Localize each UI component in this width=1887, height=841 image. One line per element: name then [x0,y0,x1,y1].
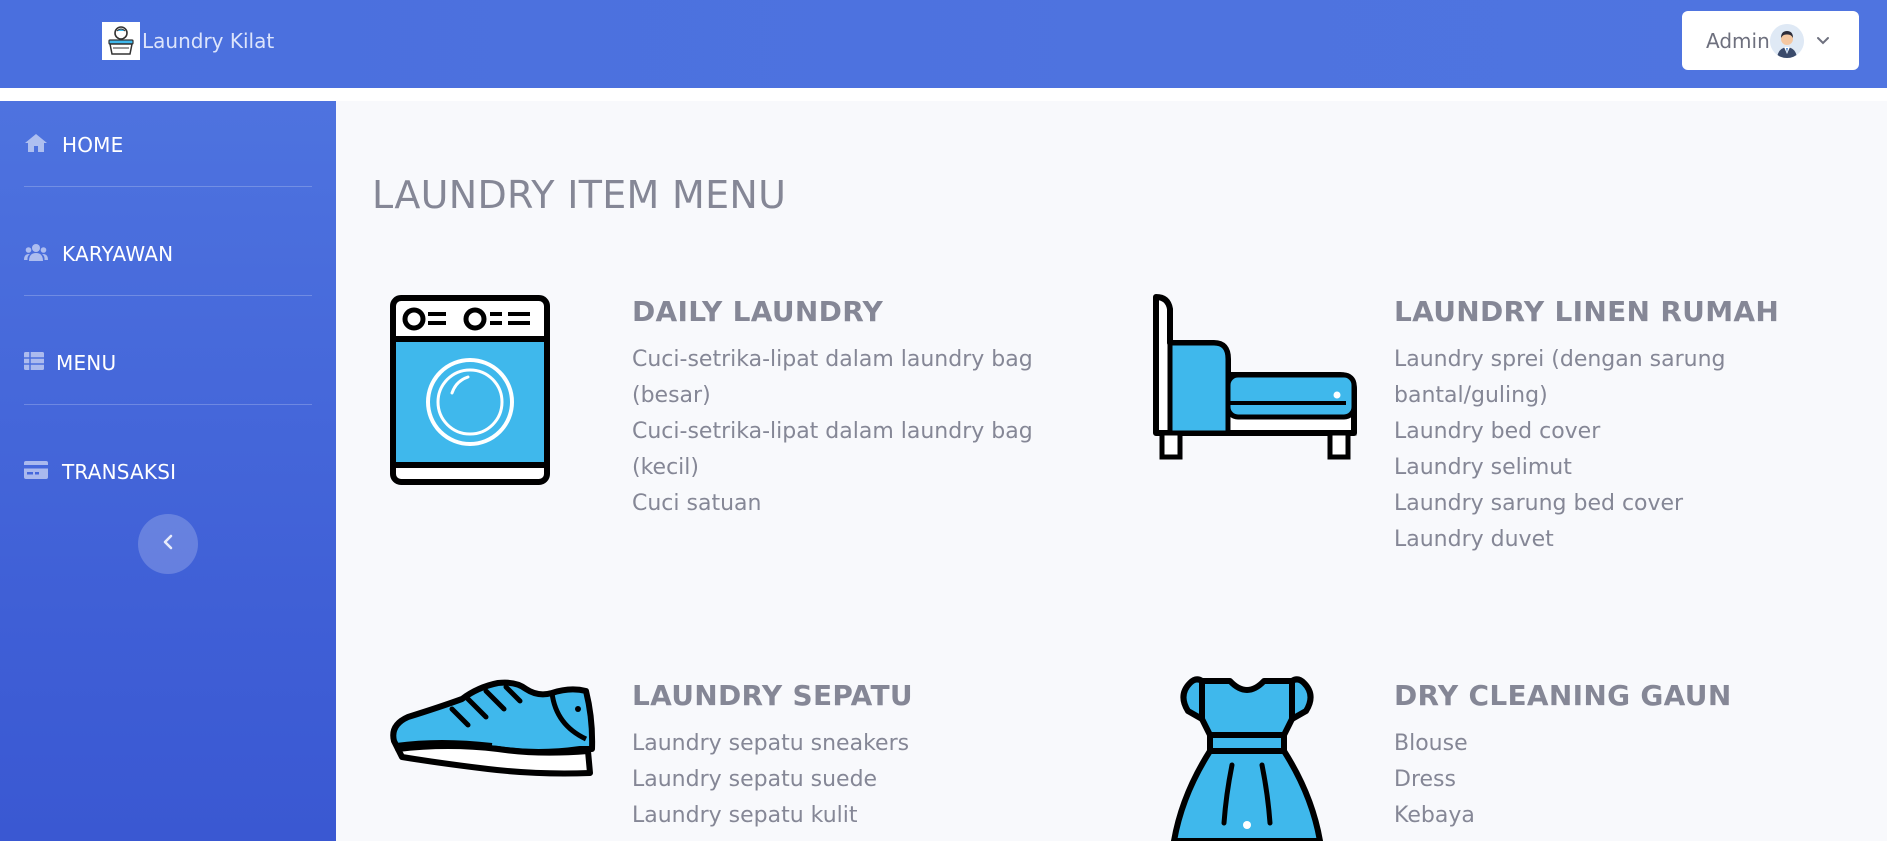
brand-link[interactable]: Laundry Kilat [102,22,274,60]
sidebar-item-label: MENU [56,351,117,375]
list-item: Laundry selimut [1394,455,1572,480]
sidebar-item-menu[interactable]: MENU [24,351,116,375]
card-item-list: Laundry sepatu sneakers Laundry sepatu s… [632,726,1052,834]
sidebar-divider [24,186,312,187]
bed-icon [1150,293,1360,469]
dress-icon [1162,675,1332,841]
sneaker-icon [388,679,598,783]
list-item: Laundry sepatu kulit [632,803,858,828]
user-menu-button[interactable]: Admin [1682,11,1859,70]
list-item: Laundry sprei (dengan sarung bantal/guli… [1394,347,1726,408]
list-item: Laundry sarung bed cover [1394,491,1684,516]
card-title: DRY CLEANING GAUN [1394,679,1732,712]
list-item: Cuci-setrika-lipat dalam laundry bag (be… [632,347,1033,408]
card-item-list: Blouse Dress Kebaya [1394,726,1774,834]
sidebar-item-label: KARYAWAN [62,242,174,266]
users-icon [24,242,48,266]
laundry-basket-logo [102,22,140,60]
card-title: DAILY LAUNDRY [632,295,884,328]
user-avatar-icon [1769,23,1804,58]
user-name: Admin [1706,28,1770,53]
table-icon [24,352,44,374]
sidebar-item-karyawan[interactable]: KARYAWAN [24,242,173,266]
brand-name: Laundry Kilat [142,29,275,53]
list-item: Laundry bed cover [1394,419,1601,444]
home-icon [24,133,48,157]
list-item: Laundry duvet [1394,527,1554,552]
sidebar: HOME KARYAWAN MENU TRANSAKSI [0,101,336,841]
topbar: Laundry Kilat Admin [0,0,1887,88]
sidebar-toggle-button[interactable] [138,514,198,574]
card-item-list: Laundry sprei (dengan sarung bantal/guli… [1394,342,1774,558]
chevron-left-icon [162,534,174,554]
card-item-list: Cuci-setrika-lipat dalam laundry bag (be… [632,342,1052,522]
sidebar-item-label: HOME [62,133,124,157]
sidebar-item-transaksi[interactable]: TRANSAKSI [24,460,176,484]
sidebar-item-label: TRANSAKSI [62,460,177,484]
card-title: LAUNDRY LINEN RUMAH [1394,295,1780,328]
page-title: LAUNDRY ITEM MENU [372,173,787,217]
card-title: LAUNDRY SEPATU [632,679,913,712]
list-item: Dress [1394,767,1456,792]
sidebar-divider [24,295,312,296]
list-item: Kebaya [1394,803,1475,828]
list-item: Laundry sepatu sneakers [632,731,910,756]
main-content: LAUNDRY ITEM MENU DAILY LAUNDRY Cuci-set… [336,101,1887,841]
chevron-down-icon [1816,36,1830,46]
list-item: Blouse [1394,731,1468,756]
credit-card-icon [24,461,48,483]
sidebar-divider [24,404,312,405]
sidebar-item-home[interactable]: HOME [24,133,123,157]
list-item: Laundry sepatu suede [632,767,878,792]
washing-machine-icon [390,295,550,489]
list-item: Cuci-setrika-lipat dalam laundry bag (ke… [632,419,1033,480]
list-item: Cuci satuan [632,491,762,516]
